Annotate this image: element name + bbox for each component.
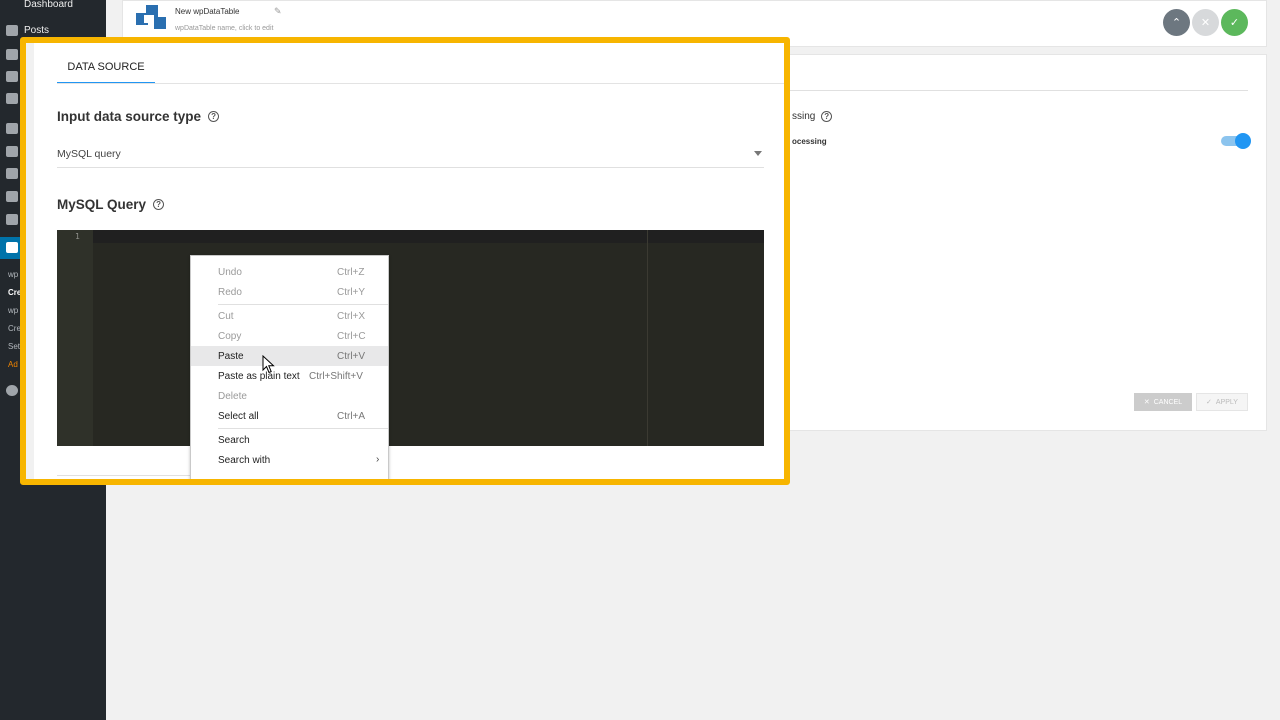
menu-item-shortcut: Ctrl+Z — [337, 267, 365, 278]
help-icon[interactable]: ? — [208, 111, 220, 122]
editor-gutter: 1 — [57, 230, 93, 446]
menu-item-shortcut: Ctrl+X — [337, 311, 366, 322]
menu-item-undo[interactable]: Undo Ctrl+Z — [191, 262, 388, 282]
tab-data-source[interactable]: DATA SOURCE — [57, 51, 155, 84]
toggle-knob — [1235, 133, 1251, 149]
section-title-text: Input data source type — [57, 109, 202, 124]
sql-query-editor[interactable]: 1 — [57, 230, 764, 446]
plug-icon — [6, 145, 18, 157]
chevron-up-icon: ⌃ — [1171, 17, 1182, 29]
user-icon — [6, 167, 18, 179]
menu-item-label: Paste as plain text — [218, 371, 300, 382]
table-name-hint: wpDataTable name, click to edit — [175, 25, 274, 32]
close-button[interactable]: ✕ — [1192, 9, 1219, 36]
context-menu: Undo Ctrl+Z Redo Ctrl+Y Cut Ctrl+X Copy … — [190, 255, 389, 479]
menu-item-shortcut: Ctrl+Y — [337, 287, 366, 298]
save-button[interactable]: ✓ — [1221, 9, 1248, 36]
comments-icon — [6, 92, 18, 104]
cancel-button[interactable]: ✕ CANCEL — [1134, 393, 1192, 411]
sidebar-sub-item[interactable]: wp — [8, 306, 18, 315]
close-icon: ✕ — [1143, 399, 1150, 406]
wpdatatables-icon — [6, 242, 18, 253]
menu-item-search[interactable]: Search — [191, 430, 388, 450]
help-icon[interactable]: ? — [153, 199, 165, 210]
help-icon[interactable]: ? — [821, 111, 833, 122]
check-icon: ✓ — [1229, 17, 1240, 29]
source-type-select[interactable]: MySQL query — [57, 143, 764, 168]
mouse-cursor-icon — [262, 355, 275, 374]
menu-item-redo[interactable]: Redo Ctrl+Y — [191, 282, 388, 302]
menu-item-label: Search with — [218, 455, 271, 466]
check-icon: ✓ — [1206, 399, 1212, 406]
menu-item-label: Cut — [218, 311, 234, 322]
pin-icon — [6, 24, 18, 36]
menu-item-label: Search — [218, 435, 250, 446]
menu-item-paste[interactable]: Paste Ctrl+V — [191, 346, 388, 366]
menu-separator — [218, 428, 388, 429]
collapse-button[interactable]: ⌃ — [1163, 9, 1190, 36]
sidebar-item-label: Dashboard — [24, 0, 73, 10]
wrench-icon — [6, 190, 18, 202]
print-margin — [647, 230, 648, 446]
section-title-text: MySQL Query — [57, 197, 147, 212]
sidebar-sub-item[interactable]: Ad — [8, 360, 18, 369]
menu-item-label: Select all — [218, 411, 259, 422]
caret-down-icon — [754, 151, 762, 156]
menu-item-copy[interactable]: Copy Ctrl+C — [191, 326, 388, 346]
sidebar-item-dashboard[interactable]: Dashboard — [0, 0, 106, 14]
server-side-processing-toggle[interactable] — [1221, 133, 1251, 149]
menu-separator — [218, 304, 388, 305]
tab-divider — [57, 83, 784, 84]
menu-item-label: Undo — [218, 267, 242, 278]
menu-item-shortcut: Ctrl+C — [337, 331, 366, 342]
apply-button-label: APPLY — [1215, 398, 1238, 406]
apply-button[interactable]: ✓ APPLY — [1196, 393, 1248, 411]
server-side-processing-title: ssing ? — [792, 111, 833, 122]
chevron-right-icon: › — [376, 454, 380, 465]
menu-item-shortcut: Ctrl+A — [337, 411, 366, 422]
menu-item-label: Paste — [218, 351, 244, 362]
menu-item-cut[interactable]: Cut Ctrl+X — [191, 306, 388, 326]
menu-item-search-with[interactable]: Search with › — [191, 450, 388, 470]
sidebar-sub-item[interactable]: Cre — [8, 324, 21, 333]
server-side-processing-label: ocessing — [792, 137, 827, 146]
close-icon: ✕ — [1200, 17, 1211, 29]
sidebar-item-label: Posts — [24, 24, 50, 36]
menu-item-label: Copy — [218, 331, 242, 342]
menu-item-shortcut: Ctrl+Shift+V — [309, 371, 363, 382]
menu-item-delete[interactable]: Delete — [191, 386, 388, 406]
panel-left-edge — [26, 43, 34, 479]
menu-item-label: Delete — [218, 391, 247, 402]
wpdatatables-logo — [136, 5, 166, 29]
section-title-text: ssing — [792, 111, 816, 122]
mysql-query-title: MySQL Query ? — [57, 197, 165, 212]
line-number: 1 — [75, 232, 80, 241]
sidebar-sub-item[interactable]: wp — [8, 270, 18, 279]
menu-item-select-all[interactable]: Select all Ctrl+A — [191, 406, 388, 426]
source-type-title: Input data source type ? — [57, 109, 220, 124]
tab-label: DATA SOURCE — [67, 60, 145, 73]
media-icon — [6, 48, 18, 60]
settings-icon — [6, 213, 18, 225]
source-type-value: MySQL query — [57, 148, 121, 160]
collapse-icon — [6, 384, 18, 396]
cancel-button-label: CANCEL — [1153, 398, 1183, 406]
menu-item-shortcut: Ctrl+V — [337, 351, 366, 362]
active-line — [93, 230, 764, 243]
sidebar-sub-item[interactable]: Set — [8, 342, 20, 351]
settings-divider — [790, 90, 1248, 91]
pencil-icon[interactable]: ✎ — [274, 6, 282, 17]
brush-icon — [6, 122, 18, 134]
pages-icon — [6, 70, 18, 82]
menu-item-label: Redo — [218, 287, 242, 298]
menu-item-paste-plain-text[interactable]: Paste as plain text Ctrl+Shift+V — [191, 366, 388, 386]
table-name[interactable]: New wpDataTable — [175, 7, 239, 16]
highlighted-data-source-panel: DATA SOURCE Input data source type ? MyS… — [20, 37, 790, 485]
